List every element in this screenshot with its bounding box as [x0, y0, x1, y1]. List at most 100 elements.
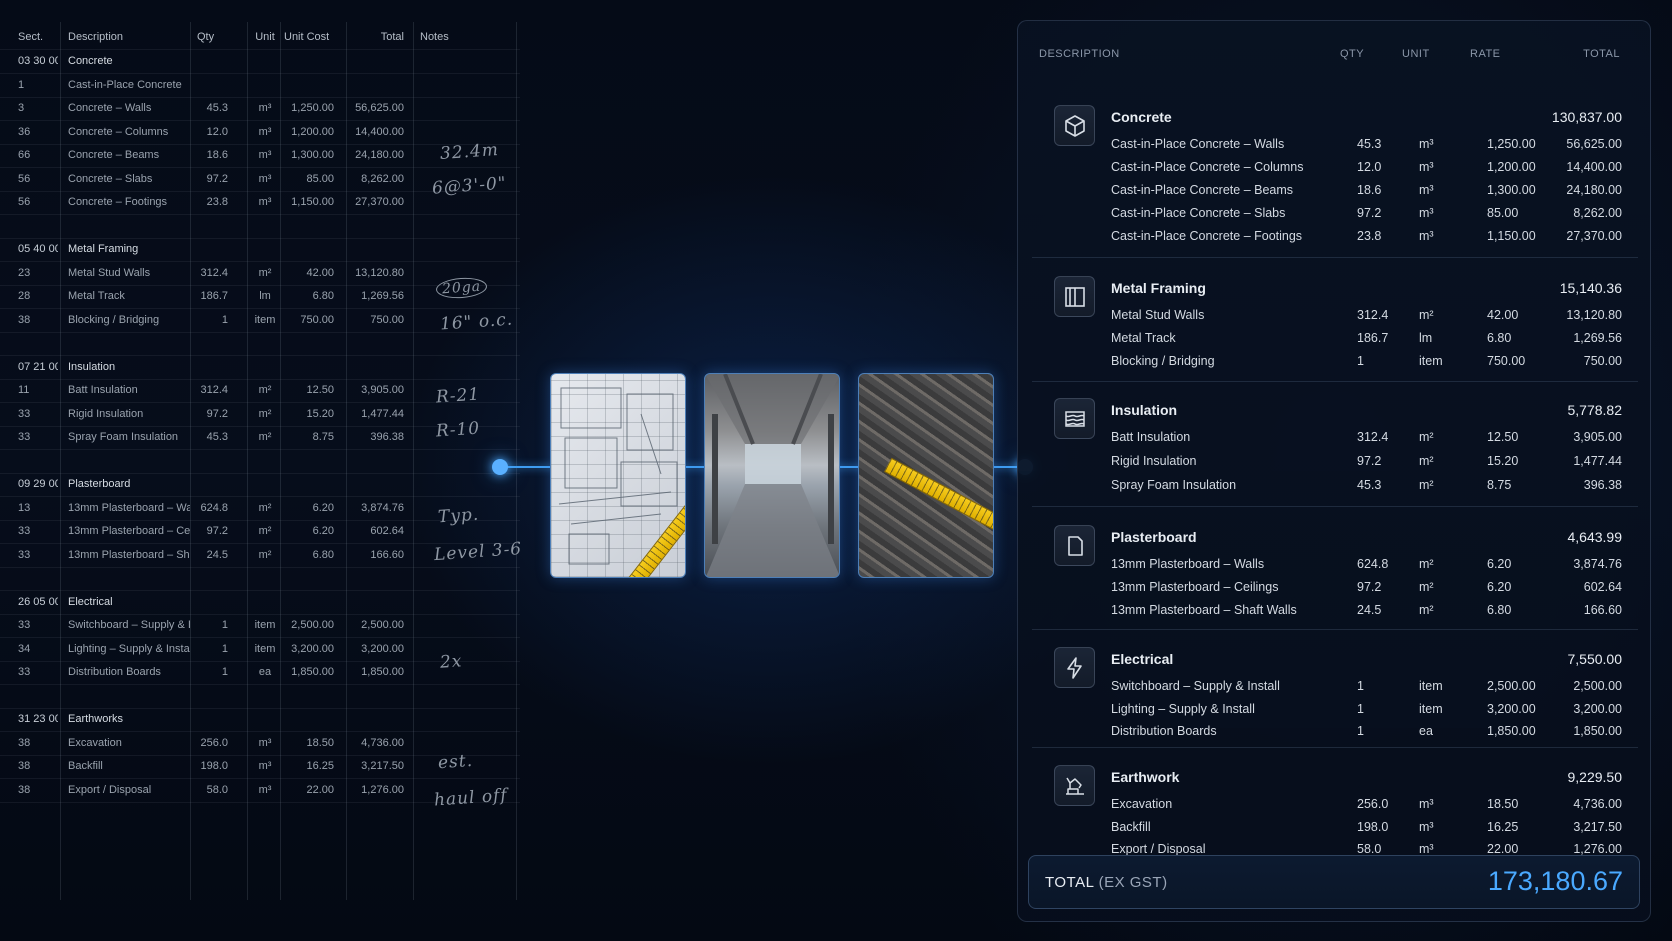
- line-item[interactable]: Rigid Insulation 97.2 m² 15.20 1,477.44: [1111, 454, 1638, 476]
- cell-sect: 38: [18, 760, 31, 772]
- cell-unit: item: [254, 313, 276, 326]
- sheet-row[interactable]: 1 Cast-in-Place Concrete: [0, 74, 520, 98]
- line-item[interactable]: Excavation 256.0 m³ 18.50 4,736.00: [1111, 797, 1638, 819]
- handnote: 2x: [439, 651, 464, 673]
- header-qty: Qty: [197, 31, 215, 43]
- cell-qty: 45.3: [206, 431, 228, 443]
- item-total: 3,874.76: [1573, 557, 1622, 571]
- item-rate: 6.20: [1487, 580, 1512, 594]
- cell-total: 24,180.00: [355, 149, 404, 161]
- cell-desc: Cast-in-Place Concrete: [68, 78, 182, 91]
- item-total: 750.00: [1583, 354, 1622, 368]
- cell-total: 602.64: [370, 525, 404, 537]
- line-item[interactable]: Batt Insulation 312.4 m² 12.50 3,905.00: [1111, 430, 1638, 452]
- item-desc: Distribution Boards: [1111, 724, 1217, 738]
- sheet-row[interactable]: 3 Concrete – Walls 45.3 m³ 1,250.00 56,625.00: [0, 97, 520, 121]
- line-item[interactable]: Backfill 198.0 m³ 16.25 3,217.50: [1111, 820, 1638, 842]
- item-desc: Backfill: [1111, 820, 1151, 834]
- cell-qty: 45.3: [206, 102, 228, 114]
- cell-sect: 33: [18, 431, 31, 443]
- item-total: 27,370.00: [1566, 229, 1622, 243]
- line-item[interactable]: Cast-in-Place Concrete – Walls 45.3 m³ 1,25…: [1111, 137, 1638, 159]
- group-metal-framing[interactable]: Metal Framing 15,140.36 Metal Stud Walls…: [1032, 258, 1638, 382]
- item-rate: 18.50: [1487, 797, 1519, 811]
- item-rate: 85.00: [1487, 206, 1519, 220]
- item-qty: 312.4: [1357, 308, 1389, 322]
- cell-sect: 26 05 00: [18, 595, 58, 608]
- line-item[interactable]: Blocking / Bridging 1 item 750.00 750.00: [1111, 354, 1638, 376]
- line-item[interactable]: Metal Track 186.7 lm 6.80 1,269.56: [1111, 331, 1638, 353]
- cell-sect: 56: [18, 172, 31, 185]
- cell-qty: 12.0: [206, 125, 228, 138]
- line-item[interactable]: Cast-in-Place Concrete – Footings 23.8 m³ 1…: [1111, 229, 1638, 251]
- cell-sect: 36: [18, 125, 31, 138]
- sheet-section-row[interactable]: 07 21 00 Insulation: [0, 356, 520, 380]
- line-item[interactable]: 13mm Plasterboard – Walls 624.8 m² 6.20 3,87…: [1111, 557, 1638, 579]
- item-unit: m²: [1419, 430, 1434, 444]
- group-electrical[interactable]: Electrical 7,550.00 Switchboard – Supply…: [1032, 630, 1638, 748]
- item-qty: 45.3: [1357, 137, 1382, 151]
- sheet-section-row[interactable]: 05 40 00 Metal Framing: [0, 238, 520, 262]
- item-total: 4,736.00: [1573, 797, 1622, 811]
- group-plasterboard[interactable]: Plasterboard 4,643.99 13mm Plasterboard …: [1032, 507, 1638, 630]
- sheet-section-row[interactable]: 09 29 00 Plasterboard: [0, 473, 520, 497]
- cell-unit: m³: [258, 736, 272, 749]
- col-total: TOTAL: [1583, 48, 1620, 60]
- group-concrete[interactable]: Concrete 130,837.00 Cast-in-Place Concre…: [1032, 85, 1638, 258]
- cell-qty: 186.7: [200, 290, 228, 302]
- group-earthwork[interactable]: Earthwork 9,229.50 Excavation 256.0 m³ 18.5…: [1032, 748, 1638, 868]
- item-unit: m²: [1419, 454, 1434, 468]
- item-unit: m³: [1419, 137, 1434, 151]
- line-item[interactable]: Cast-in-Place Concrete – Columns 12.0 m³ 1,…: [1111, 160, 1638, 182]
- item-unit: m³: [1419, 797, 1434, 811]
- cell-sect: 09 29 00: [18, 478, 58, 490]
- corridor-photo[interactable]: [704, 373, 840, 578]
- cell-desc: Batt Insulation: [68, 384, 138, 396]
- sheet-blank-row[interactable]: [0, 685, 520, 709]
- line-item[interactable]: 13mm Plasterboard – Shaft Walls 24.5 m² 6.8…: [1111, 603, 1638, 625]
- item-unit: item: [1419, 354, 1443, 368]
- item-unit: m³: [1419, 183, 1434, 197]
- item-desc: Spray Foam Insulation: [1111, 478, 1237, 492]
- group-name: Metal Framing: [1111, 280, 1206, 296]
- sheet-blank-row[interactable]: [0, 450, 520, 474]
- line-item[interactable]: Cast-in-Place Concrete – Slabs 97.2 m³ 85.0…: [1111, 206, 1638, 228]
- cell-unit: m²: [258, 548, 272, 561]
- cell-cost: 42.00: [306, 266, 334, 279]
- item-qty: 23.8: [1357, 229, 1382, 243]
- cell-total: 13,120.80: [355, 266, 404, 279]
- sheet-row[interactable]: 33 Switchboard – Supply & Install 1 item 2,5…: [0, 614, 520, 638]
- sheet-blank-row[interactable]: [0, 567, 520, 591]
- cell-sect: 34: [18, 642, 31, 655]
- sheet-section-row[interactable]: 31 23 00 Earthworks: [0, 708, 520, 732]
- sheet-blank-row[interactable]: [0, 215, 520, 239]
- line-item[interactable]: Lighting – Supply & Install 1 item 3,200.00…: [1111, 702, 1638, 724]
- spreadsheet[interactable]: Sect. Description Qty Unit Unit Cost Tot…: [0, 22, 520, 900]
- rebar-photo[interactable]: [858, 373, 994, 578]
- sheet-section-row[interactable]: 26 05 00 Electrical: [0, 591, 520, 615]
- cell-desc: Concrete – Footings: [68, 196, 168, 208]
- line-item[interactable]: Spray Foam Insulation 45.3 m² 8.75 396.38: [1111, 478, 1638, 500]
- line-item[interactable]: 13mm Plasterboard – Ceilings 97.2 m² 6.20 60…: [1111, 580, 1638, 602]
- line-item[interactable]: Cast-in-Place Concrete – Beams 18.6 m³ 1,30…: [1111, 183, 1638, 205]
- cell-desc: Concrete – Slabs: [68, 172, 153, 185]
- col-rate: RATE: [1470, 48, 1501, 60]
- line-item[interactable]: Distribution Boards 1 ea 1,850.00 1,850.00: [1111, 724, 1638, 746]
- cell-desc: 13mm Plasterboard – Shaft Walls: [68, 548, 190, 561]
- sheet-row[interactable]: 36 Concrete – Columns 12.0 m³ 1,200.00 14,400…: [0, 121, 520, 145]
- blueprint-photo[interactable]: [550, 373, 686, 578]
- item-total: 13,120.80: [1566, 308, 1622, 322]
- item-rate: 750.00: [1487, 354, 1526, 368]
- cell-unit: item: [254, 642, 276, 655]
- cell-sect: 28: [18, 290, 31, 302]
- group-insulation[interactable]: Insulation 5,778.82 Batt Insulation 312.4…: [1032, 382, 1638, 507]
- cell-qty: 58.0: [206, 783, 228, 796]
- line-item[interactable]: Switchboard – Supply & Install 1 item 2,500…: [1111, 679, 1638, 701]
- cell-sect: 03 30 00: [18, 55, 58, 67]
- sheet-blank-row[interactable]: [0, 332, 520, 356]
- item-unit: item: [1419, 679, 1443, 693]
- item-qty: 1: [1357, 354, 1364, 368]
- line-item[interactable]: Metal Stud Walls 312.4 m² 42.00 13,120.80: [1111, 308, 1638, 330]
- sheet-section-row[interactable]: 03 30 00 Concrete: [0, 50, 520, 74]
- cell-desc: Plasterboard: [68, 478, 131, 490]
